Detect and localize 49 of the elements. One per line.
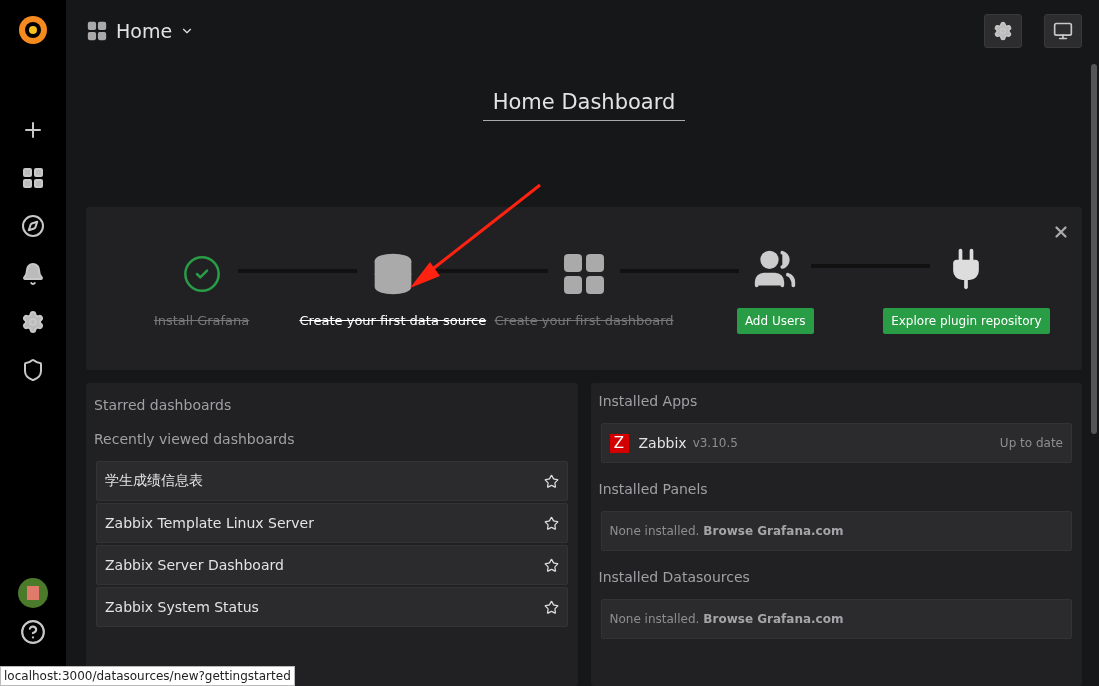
step-link[interactable]: Create your first dashboard xyxy=(494,313,674,328)
dashboard-name: 学生成绩信息表 xyxy=(105,472,203,490)
settings-button[interactable] xyxy=(984,14,1022,48)
star-icon[interactable] xyxy=(543,599,559,615)
shield-icon xyxy=(21,358,45,382)
avatar-icon[interactable] xyxy=(18,578,48,608)
section-heading: Installed Panels xyxy=(598,481,709,497)
dashboard-name: Zabbix Server Dashboard xyxy=(105,557,284,573)
scrollbar[interactable] xyxy=(1091,64,1097,434)
status-url: localhost:3000/datasources/new?gettingstarted xyxy=(0,666,295,686)
settings-icon xyxy=(993,21,1013,41)
section-heading: Installed Apps xyxy=(598,393,699,409)
dashboard-row[interactable]: Zabbix Template Linux Server xyxy=(96,503,568,543)
dashboard-name: Zabbix System Status xyxy=(105,599,259,615)
app-name: Zabbix xyxy=(638,435,687,451)
star-icon[interactable] xyxy=(543,557,559,573)
section-heading: Installed Datasources xyxy=(598,569,751,585)
close-icon[interactable] xyxy=(1052,223,1070,241)
app-status: Up to date xyxy=(999,436,1063,450)
star-icon[interactable] xyxy=(543,515,559,531)
empty-text: None installed. xyxy=(609,612,700,626)
dashboard-picker[interactable]: Home xyxy=(86,20,195,42)
step-button[interactable]: Explore plugin repository xyxy=(883,307,1050,334)
monitor-icon xyxy=(1053,21,1073,41)
dashboard-name: Zabbix Template Linux Server xyxy=(105,515,314,531)
step-link[interactable]: Install Grafana xyxy=(153,313,250,328)
browse-link[interactable]: Browse Grafana.com xyxy=(703,524,844,538)
help-icon xyxy=(20,619,46,645)
dashboard-row[interactable]: 学生成绩信息表 xyxy=(96,461,568,501)
step-button[interactable]: Add Users xyxy=(736,307,814,334)
empty-text: None installed. xyxy=(609,524,700,538)
app-logo-icon: Z xyxy=(609,433,629,453)
dashboard-row[interactable]: Zabbix System Status xyxy=(96,587,568,627)
app-row[interactable]: Z Zabbix v3.10.5 Up to date xyxy=(600,423,1072,463)
browse-link[interactable]: Browse Grafana.com xyxy=(703,612,844,626)
dashboards-icon xyxy=(21,166,45,190)
section-heading: Starred dashboards xyxy=(94,397,233,413)
compass-icon xyxy=(21,214,45,238)
dashboard-row[interactable]: Zabbix Server Dashboard xyxy=(96,545,568,585)
bell-icon xyxy=(21,262,45,286)
check-circle-icon xyxy=(181,254,222,294)
star-icon[interactable] xyxy=(543,473,559,489)
app-version: v3.10.5 xyxy=(692,436,738,450)
dashboard-title: Home Dashboard xyxy=(482,90,686,121)
grid-icon xyxy=(86,20,108,42)
tv-mode-button[interactable] xyxy=(1044,14,1082,48)
settings-icon xyxy=(21,310,45,334)
step-link[interactable]: Create your first data source xyxy=(299,313,487,328)
section-heading: Recently viewed dashboards xyxy=(94,431,296,447)
